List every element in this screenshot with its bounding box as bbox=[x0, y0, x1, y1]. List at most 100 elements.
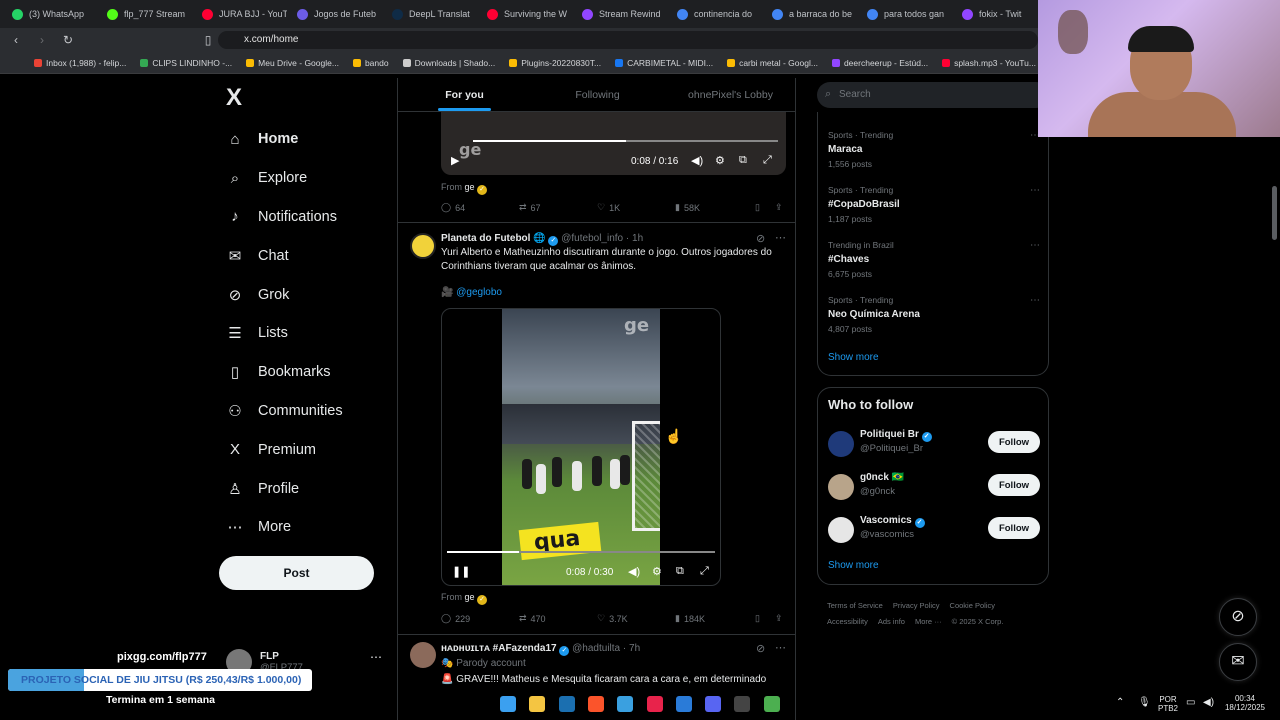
file-explorer-icon[interactable] bbox=[529, 696, 546, 712]
more-icon[interactable]: ⋯ bbox=[775, 231, 786, 244]
avatar[interactable] bbox=[828, 517, 854, 543]
views-button[interactable]: ▮ 184K bbox=[675, 613, 755, 624]
author-name[interactable]: ʜᴀᴅʜᴜɪʟᴛᴀ #AFazenda17 bbox=[441, 643, 557, 654]
reply-button[interactable]: ◯ 229 bbox=[441, 613, 519, 624]
video-player[interactable]: ge ▶ 0:08 / 0:16 ◀) ⚙ ⧉ ⤢ bbox=[441, 112, 786, 175]
bookmark-button[interactable]: ▯ bbox=[755, 202, 775, 213]
browser-tab[interactable]: Surviving the W bbox=[479, 2, 572, 26]
show-more-link[interactable]: Show more bbox=[828, 352, 879, 363]
sidebar-item-home[interactable]: ⌂ Home bbox=[218, 120, 388, 159]
avatar[interactable] bbox=[410, 233, 436, 259]
avatar[interactable] bbox=[828, 431, 854, 457]
url-field[interactable]: x.com/home bbox=[218, 31, 1038, 49]
bookmark-item[interactable]: Downloads | Shado... bbox=[402, 58, 495, 68]
clock[interactable]: 00:34 18/12/2025 bbox=[1220, 694, 1270, 712]
sidebar-item-bookmarks[interactable]: ▯ Bookmarks bbox=[218, 353, 388, 392]
settings-icon[interactable]: ⚙ bbox=[652, 565, 662, 578]
browser-tab[interactable]: continencia do bbox=[669, 2, 762, 26]
back-icon[interactable]: ‹ bbox=[6, 33, 26, 47]
grok-icon[interactable]: ⊘ bbox=[756, 232, 765, 245]
mention-link[interactable]: @geglobo bbox=[456, 287, 502, 298]
account-name[interactable]: Vascomics ✓ bbox=[860, 515, 925, 528]
post-button[interactable]: Post bbox=[219, 556, 374, 590]
volume-icon[interactable]: ◀) bbox=[1203, 697, 1214, 708]
bookmark-item[interactable]: bando bbox=[352, 58, 389, 68]
more-icon[interactable]: ⋯ bbox=[1030, 295, 1040, 306]
bookmark-item[interactable]: deercheerup - Estúd... bbox=[831, 58, 928, 68]
browser-tab[interactable]: para todos gan bbox=[859, 2, 952, 26]
reload-icon[interactable]: ↻ bbox=[58, 33, 78, 47]
more-icon[interactable]: ⋯ bbox=[775, 641, 786, 654]
views-button[interactable]: ▮ 58K bbox=[675, 202, 755, 213]
browser-tab[interactable]: a barraca do be bbox=[764, 2, 857, 26]
bookmark-button[interactable]: ▯ bbox=[755, 613, 775, 624]
video-player[interactable]: ge qua ❚❚ 0:08 / 0:30 ◀) ⚙ ⧉ ⤢ bbox=[441, 308, 721, 586]
browser-tab[interactable]: fokix - Twit bbox=[954, 2, 1047, 26]
brave-icon[interactable] bbox=[587, 696, 604, 712]
sidebar-item-explore[interactable]: ⌕ Explore bbox=[218, 159, 388, 198]
bookmark-item[interactable]: Plugins-20220830T... bbox=[509, 58, 601, 68]
mic-icon[interactable]: 🎙 bbox=[1138, 697, 1151, 708]
show-more-link[interactable]: Show more bbox=[828, 560, 879, 571]
pause-icon[interactable]: ❚❚ bbox=[452, 565, 470, 578]
reply-button[interactable]: ◯ 64 bbox=[441, 202, 519, 213]
x-logo-icon[interactable]: X bbox=[226, 84, 388, 120]
volume-icon[interactable]: ◀) bbox=[628, 565, 640, 578]
keyboard-language[interactable]: POR PTB2 bbox=[1156, 695, 1180, 713]
grok-icon[interactable]: ⊘ bbox=[756, 642, 765, 655]
account-name[interactable]: Politiquei Br ✓ bbox=[860, 429, 932, 442]
sidebar-item-more[interactable]: ⋯ More bbox=[218, 508, 388, 547]
sidebar-item-premium[interactable]: X Premium bbox=[218, 430, 388, 469]
author-name[interactable]: Planeta do Futebol bbox=[441, 233, 530, 244]
follow-suggestion[interactable]: g0nck 🇧🇷 @g0nck Follow bbox=[828, 472, 1040, 506]
follow-button[interactable]: Follow bbox=[988, 517, 1040, 539]
more-icon[interactable]: ⋯ bbox=[370, 650, 382, 664]
footer-link[interactable]: Ads info bbox=[878, 617, 905, 626]
avatar[interactable] bbox=[828, 474, 854, 500]
follow-button[interactable]: Follow bbox=[988, 474, 1040, 496]
notepad-icon[interactable] bbox=[617, 696, 634, 712]
like-button[interactable]: ♡ 1K bbox=[597, 202, 675, 213]
more-icon[interactable]: ⋯ bbox=[1030, 240, 1040, 251]
bookmark-item[interactable]: carbi metal - Googl... bbox=[727, 58, 818, 68]
tab-for-you[interactable]: For you bbox=[398, 78, 531, 111]
sidebar-item-chat[interactable]: ✉ Chat bbox=[218, 236, 388, 275]
sidebar-item-lists[interactable]: ☰ Lists bbox=[218, 314, 388, 353]
play-icon[interactable]: ▶ bbox=[451, 154, 459, 167]
browser-tab[interactable]: flp_777 Stream bbox=[99, 2, 192, 26]
footer-link[interactable]: More ··· bbox=[915, 617, 942, 626]
fullscreen-icon[interactable]: ⤢ bbox=[700, 565, 709, 578]
footer-link[interactable]: Cookie Policy bbox=[950, 601, 995, 610]
tweet-time[interactable]: 7h bbox=[629, 643, 640, 654]
follow-suggestion[interactable]: Politiquei Br ✓ @Politiquei_Br Follow bbox=[828, 429, 1040, 463]
tab-lobby[interactable]: ohnePixel's Lobby bbox=[664, 78, 795, 111]
obs-icon[interactable] bbox=[734, 696, 751, 712]
footer-link[interactable]: Accessibility bbox=[827, 617, 868, 626]
tweet-time[interactable]: 1h bbox=[632, 233, 643, 244]
minecraft-icon[interactable] bbox=[763, 696, 780, 712]
sidebar-item-profile[interactable]: ♙ Profile bbox=[218, 469, 388, 508]
follow-button[interactable]: Follow bbox=[988, 431, 1040, 453]
sidebar-item-notifications[interactable]: ♪ Notifications bbox=[218, 198, 388, 237]
author-handle[interactable]: @hadtuilta bbox=[572, 643, 620, 654]
settings-icon[interactable]: ⚙ bbox=[715, 154, 725, 167]
trend-item[interactable]: Trending in Brazil #Chaves 6,675 posts ⋯ bbox=[828, 240, 1040, 279]
footer-link[interactable]: © 2025 X Corp. bbox=[952, 617, 1004, 626]
tab-following[interactable]: Following bbox=[531, 78, 664, 111]
browser-tab[interactable]: (3) WhatsApp bbox=[4, 2, 97, 26]
volume-icon[interactable]: ◀) bbox=[691, 154, 703, 167]
bookmark-page-icon[interactable]: ▯ bbox=[198, 33, 218, 47]
grok-icon[interactable]: ⊘ bbox=[1219, 598, 1257, 636]
bookmark-item[interactable]: Inbox (1,988) - felip... bbox=[34, 58, 126, 68]
forward-icon[interactable]: › bbox=[32, 33, 52, 47]
bookmark-item[interactable]: Meu Drive - Google... bbox=[246, 58, 339, 68]
trend-item[interactable]: Sports · Trending Maraca 1,556 posts ⋯ bbox=[828, 130, 1040, 169]
sidebar-item-grok[interactable]: ⊘ Grok bbox=[218, 275, 388, 314]
video-editor-icon[interactable] bbox=[675, 696, 692, 712]
sidebar-item-communities[interactable]: ⚇ Communities bbox=[218, 392, 388, 431]
discord-icon[interactable] bbox=[705, 696, 722, 712]
scrollbar-thumb[interactable] bbox=[1272, 186, 1277, 240]
avatar[interactable] bbox=[410, 642, 436, 668]
bookmark-item[interactable]: splash.mp3 - YouTu... bbox=[942, 58, 1036, 68]
chevron-up-icon[interactable]: ⌃ bbox=[1116, 697, 1124, 708]
